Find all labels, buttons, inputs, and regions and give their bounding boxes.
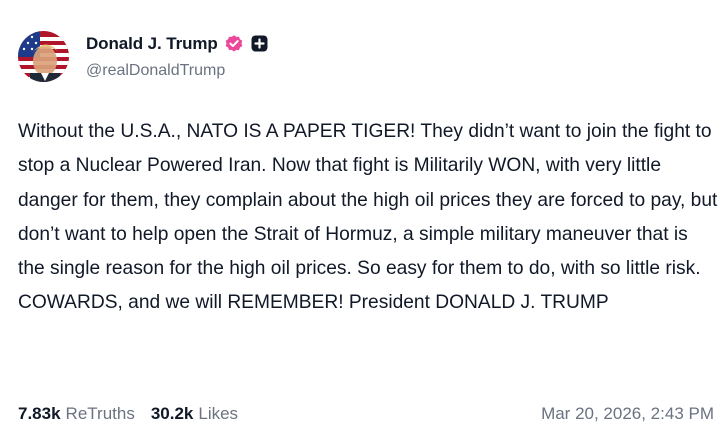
retruths-count: 7.83k	[18, 404, 61, 423]
post-timestamp[interactable]: Mar 20, 2026, 2:43 PM	[541, 404, 714, 424]
avatar[interactable]	[18, 30, 69, 82]
handle[interactable]: @realDonaldTrump	[86, 62, 268, 80]
display-name[interactable]: Donald J. Trump	[86, 34, 218, 54]
name-row: Donald J. Trump	[86, 33, 268, 55]
retruths-label: ReTruths	[65, 404, 135, 423]
post-text: Without the U.S.A., NATO IS A PAPER TIGE…	[18, 121, 718, 314]
author-block: Donald J. Trump @realDonaldTrump	[86, 33, 268, 80]
likes-stat[interactable]: 30.2k Likes	[151, 404, 238, 424]
likes-count: 30.2k	[150, 404, 194, 423]
avatar-image	[18, 30, 69, 82]
likes-label: Likes	[198, 404, 239, 423]
verified-badge-icon	[224, 34, 244, 54]
post-stats: 7.83k ReTruths 30.2k Likes	[18, 404, 238, 424]
plus-badge-icon	[251, 35, 268, 52]
post-header: Donald J. Trump @realDonaldTrump	[18, 28, 268, 84]
retruths-stat[interactable]: 7.83k ReTruths	[18, 404, 135, 424]
